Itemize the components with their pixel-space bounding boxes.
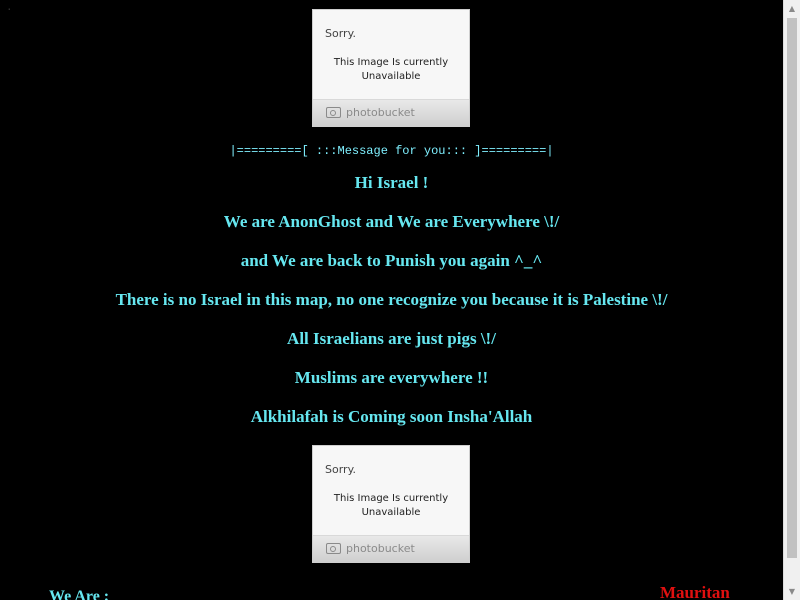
photobucket-footer: photobucket bbox=[313, 535, 469, 562]
scrollbar-thumb[interactable] bbox=[787, 18, 797, 558]
photobucket-placeholder-bottom: Sorry. This Image Is currently Unavailab… bbox=[312, 445, 470, 563]
camera-icon bbox=[326, 107, 341, 118]
unavailable-message: This Image Is currently Unavailable bbox=[313, 56, 469, 84]
message-line-4: There is no Israel in this map, no one r… bbox=[115, 290, 668, 309]
unavailable-line-1: This Image Is currently bbox=[333, 57, 449, 68]
page-viewport: · Sorry. This Image Is currently Unavail… bbox=[0, 0, 783, 600]
message-line-7: Alkhilafah is Coming soon Insha'Allah bbox=[250, 407, 533, 426]
photobucket-brand: photobucket bbox=[346, 542, 415, 555]
photobucket-placeholder-top: Sorry. This Image Is currently Unavailab… bbox=[312, 9, 470, 127]
member-name: Mauritan bbox=[660, 583, 730, 600]
camera-icon bbox=[326, 543, 341, 554]
sorry-label: Sorry. bbox=[325, 27, 357, 40]
message-line-5: All Israelians are just pigs \!/ bbox=[287, 329, 496, 348]
message-banner: |=========[ :::Message for you::: ]=====… bbox=[229, 144, 554, 158]
message-line-2: We are AnonGhost and We are Everywhere \… bbox=[223, 212, 560, 231]
unavailable-line-2: Unavailable bbox=[361, 507, 421, 518]
scroll-down-arrow-icon[interactable]: ▼ bbox=[784, 583, 800, 600]
photobucket-footer: photobucket bbox=[313, 99, 469, 126]
message-line-3: and We are back to Punish you again ^_^ bbox=[240, 251, 543, 270]
we-are-heading: We Are : bbox=[49, 588, 110, 600]
vertical-scrollbar[interactable]: ▲ ▼ bbox=[783, 0, 800, 600]
sorry-label: Sorry. bbox=[325, 463, 357, 476]
corner-dot: · bbox=[8, 6, 11, 13]
message-line-6: Muslims are everywhere !! bbox=[294, 368, 489, 387]
scroll-up-arrow-icon[interactable]: ▲ bbox=[784, 0, 800, 17]
photobucket-brand: photobucket bbox=[346, 106, 415, 119]
message-line-1: Hi Israel ! bbox=[354, 173, 429, 192]
unavailable-line-1: This Image Is currently bbox=[333, 493, 449, 504]
unavailable-line-2: Unavailable bbox=[361, 71, 421, 82]
unavailable-message: This Image Is currently Unavailable bbox=[313, 492, 469, 520]
